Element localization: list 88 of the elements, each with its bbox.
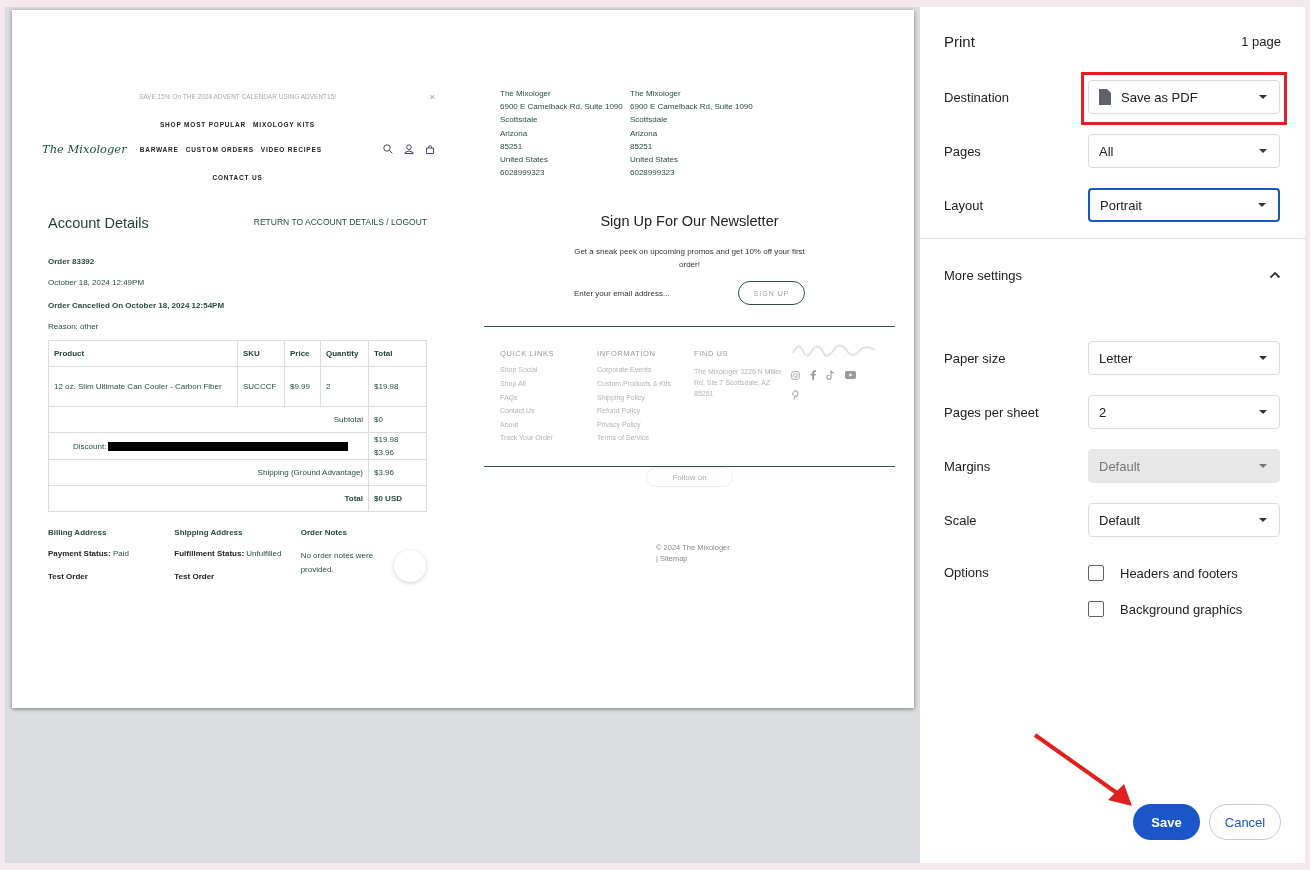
address-line: United States [500,154,550,166]
caret-icon [1259,410,1267,414]
order-notes: No order notes were provided. [300,550,375,576]
status-text: Fulfillment Status: Unfulfilled [174,549,283,558]
table-cell: $19.98 $3.96 [368,432,427,460]
address-line: Arizona [500,127,529,140]
address-line: 85251 [500,140,524,153]
address-line: 6028999323 [630,167,676,180]
cancel-notice: Order Cancelled On October 18, 2024 12:54PM [48,301,226,310]
caret-icon [1259,356,1267,360]
setting-label: Layout [944,197,985,213]
summary-label: Total [344,494,363,503]
chevron-icon[interactable] [1269,271,1281,279]
setting-label: Options [944,565,990,580]
column-header: Price [284,340,321,367]
bag-icon[interactable] [425,144,435,154]
summary-label: Discount: [73,441,107,451]
file-icon [1099,89,1111,105]
table-cell: $9.99 [284,366,321,407]
table-cell: $19.98 [368,366,427,407]
address-line: United States [630,154,680,166]
checkbox[interactable] [1088,601,1104,617]
cancel-reason: Reason: other [48,322,100,331]
column-header: Quantity [320,340,369,367]
caret-icon [1259,518,1267,522]
more-settings-label[interactable]: More settings [944,267,1023,283]
section-heading: Billing Address [48,528,108,537]
address-line: Arizona [630,127,659,140]
youtube-icon[interactable] [845,371,856,380]
setting-label: Margins [944,458,992,474]
cancel-button[interactable]: Cancel [1209,804,1281,840]
status-text: Payment Status: Paid [48,549,130,558]
search-icon[interactable] [383,144,393,154]
section-heading: Order Notes [300,528,348,537]
logo[interactable]: The Mixologer [42,142,127,156]
table-cell: 12 oz. Slim Ultimate Can Cooler - Carbon Fiber [48,366,238,407]
column-header: SKU [237,340,285,367]
address-line: 6028999323 [500,167,546,180]
address-line: 85251 [630,140,654,153]
setting-label: Destination [944,89,1011,105]
address-line: The Mixologer [630,88,682,100]
summary-label: Subtotal [333,415,363,424]
checkbox[interactable] [1088,565,1104,581]
dropdown[interactable]: Save as PDF [1088,80,1280,114]
table-cell: 2 [320,366,369,407]
address-line: Scottsdale [500,114,539,127]
dropdown[interactable]: 2 [1088,395,1280,429]
save-button[interactable]: Save [1133,804,1200,840]
caret-icon [1259,149,1267,153]
checkbox-label[interactable]: Background graphics [1120,601,1243,617]
customer-name: Test Order [174,572,216,581]
panel-title: Print [944,33,975,50]
order-date: October 18, 2024 12:49PM [48,278,146,287]
table-cell: $0 [368,406,427,433]
setting-label: Paper size [944,350,1007,366]
newsletter-text: Get a sneak peek on upcoming promos and get 10% off your first order! [573,246,806,272]
setting-label: Pages [944,143,982,159]
table-cell: $0 USD [368,485,427,512]
page-count: 1 page [1241,34,1281,49]
setting-label: Pages per sheet [944,404,1040,420]
dropdown[interactable]: Portrait [1088,188,1280,222]
address-line: The Mixologer [500,88,552,100]
customer-name: Test Order [48,572,89,581]
table-cell: SUCCCF [237,366,285,407]
pinterest-icon[interactable] [791,390,799,401]
user-icon[interactable] [404,144,414,154]
return-link[interactable]: RETURN TO ACCOUNT DETAILS / LOGOUT [253,217,427,231]
newsletter-title: Sign Up For Our Newsletter [599,213,780,230]
address-line: 6900 E Camelback Rd, Suite 1090 [500,101,624,114]
section-heading: Shipping Address [174,528,244,537]
page-heading: Account Details [48,215,149,231]
setting-label: Scale [944,512,978,528]
summary-label: Shipping (Ground Advantage) [257,468,363,477]
facebook-icon[interactable] [810,370,816,381]
dropdown[interactable]: Default [1088,503,1280,537]
address-line: Scottsdale [630,114,669,127]
dropdown[interactable]: All [1088,134,1280,168]
table-cell: $3.96 [368,459,427,486]
address-line: 6900 E Camelback Rd, Suite 1090 [630,101,754,114]
dropdown[interactable]: Letter [1088,341,1280,375]
checkbox-label[interactable]: Headers and footers [1120,565,1238,581]
column-header: Total [368,340,427,367]
caret-icon [1258,203,1266,207]
caret-icon [1259,95,1267,99]
tiktok-icon[interactable] [826,370,835,381]
column-header: Product [48,340,238,367]
order-number: Order 83392 [48,257,96,266]
caret-icon [1259,464,1267,468]
